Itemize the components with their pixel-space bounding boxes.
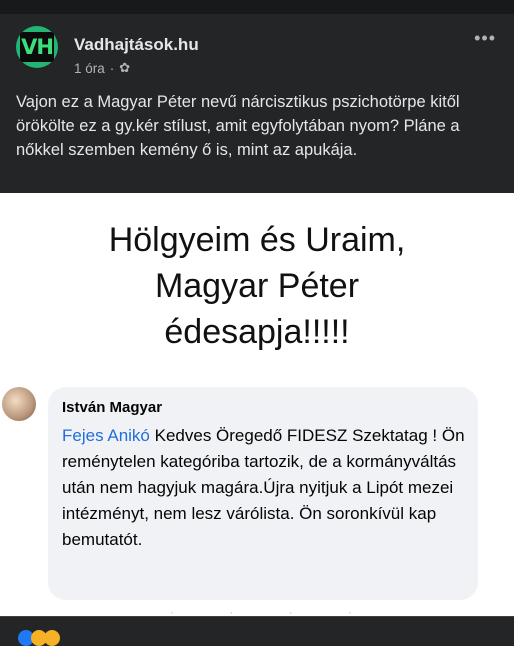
comment-text: Fejes Anikó Kedves Öregedő FIDESZ Szekta… (62, 423, 467, 553)
post-text: Vajon ez a Magyar Péter nevű nárcisztiku… (16, 93, 460, 159)
gear-icon: ✿ (119, 60, 131, 75)
post-time[interactable]: 1 óra (74, 61, 105, 76)
comment-mention: Fejes Anikó (62, 426, 150, 445)
page-avatar[interactable]: VH (16, 26, 58, 68)
page-name-link[interactable]: Vadhajtások.hu (74, 35, 199, 55)
more-dots-icon[interactable]: ••• (474, 28, 496, 49)
post-image[interactable]: Hölgyeim és Uraim, Magyar Péter édesapja… (0, 193, 514, 616)
post-meta: 1 óra · ✿ (74, 60, 130, 76)
cutoff-line: · · · · (170, 605, 378, 616)
commenter-avatar (2, 387, 36, 421)
headline-line-1: Hölgyeim és Uraim, (108, 221, 406, 259)
image-headline: Hölgyeim és Uraim, Magyar Péter édesapja… (0, 217, 514, 355)
comment-bubble: István Magyar Fejes Anikó Kedves Öregedő… (48, 387, 478, 600)
avatar-logo: VH (20, 32, 54, 62)
headline-line-2: Magyar Péter (154, 267, 360, 305)
headline-line-3: édesapja!!!!! (164, 313, 350, 351)
comment-author: István Magyar (62, 399, 163, 416)
reactions-bar (0, 616, 514, 641)
haha-reaction-icon-2[interactable] (44, 630, 60, 646)
meta-separator: · (109, 60, 115, 76)
top-strip (0, 0, 514, 14)
